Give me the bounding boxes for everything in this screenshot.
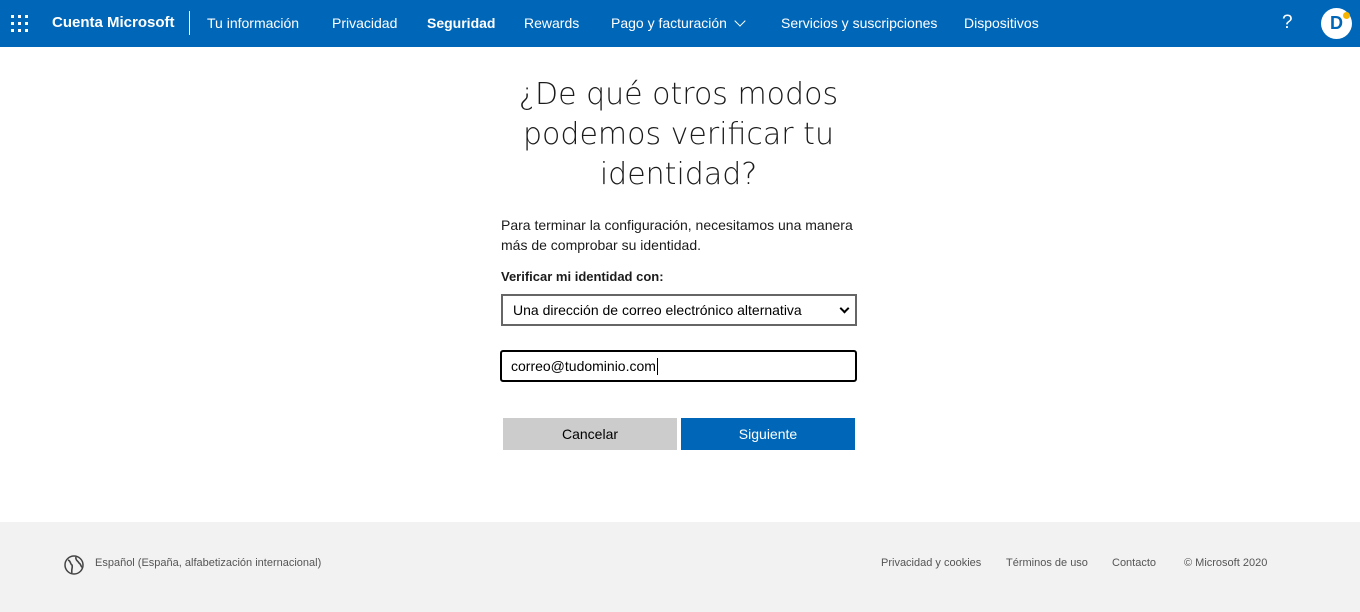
status-dot-icon <box>1343 12 1350 19</box>
page-title: ¿De qué otros modos podemos verificar tu… <box>518 77 839 192</box>
app-launcher-icon[interactable] <box>11 15 28 32</box>
footer-link-terminos[interactable]: Términos de uso <box>1006 557 1088 569</box>
copyright-text: © Microsoft 2020 <box>1184 557 1268 569</box>
avatar[interactable]: D <box>1321 8 1352 39</box>
nav-servicios-suscripciones[interactable]: Servicios y suscripciones <box>781 15 937 31</box>
avatar-initial: D <box>1330 13 1343 33</box>
nav-dispositivos[interactable]: Dispositivos <box>964 15 1039 31</box>
email-input[interactable]: correo@tudominio.com <box>500 350 857 382</box>
help-icon[interactable]: ? <box>1282 12 1293 34</box>
nav-seguridad[interactable]: Seguridad <box>427 15 495 31</box>
chevron-down-icon <box>734 15 746 27</box>
top-bar: Cuenta Microsoft Tu información Privacid… <box>0 0 1360 47</box>
brand-divider <box>189 11 190 35</box>
cancel-button[interactable]: Cancelar <box>503 418 677 450</box>
verify-method-selected: Una dirección de correo electrónico alte… <box>513 302 802 318</box>
nav-pago-facturacion[interactable]: Pago y facturación <box>611 15 746 31</box>
locale-selector[interactable]: Español (España, alfabetización internac… <box>95 557 321 569</box>
text-caret <box>656 357 658 375</box>
footer: Español (España, alfabetización internac… <box>0 522 1360 612</box>
description-text: Para terminar la configuración, necesita… <box>501 217 853 253</box>
email-input-value: correo@tudominio.com <box>511 358 656 374</box>
brand-link[interactable]: Cuenta Microsoft <box>52 14 175 31</box>
globe-icon[interactable] <box>64 555 84 575</box>
next-button[interactable]: Siguiente <box>681 418 855 450</box>
nav-rewards[interactable]: Rewards <box>524 15 579 31</box>
verify-method-select[interactable]: Una dirección de correo electrónico alte… <box>501 294 857 326</box>
footer-link-privacidad[interactable]: Privacidad y cookies <box>881 557 981 569</box>
footer-link-contacto[interactable]: Contacto <box>1112 557 1156 569</box>
chevron-down-icon <box>839 303 850 314</box>
nav-privacidad[interactable]: Privacidad <box>332 15 397 31</box>
verify-method-label: Verificar mi identidad con: <box>501 269 664 284</box>
nav-pago-facturacion-label: Pago y facturación <box>611 15 727 31</box>
main-content: ¿De qué otros modos podemos verificar tu… <box>0 47 1360 522</box>
nav-tu-informacion[interactable]: Tu información <box>207 15 299 31</box>
